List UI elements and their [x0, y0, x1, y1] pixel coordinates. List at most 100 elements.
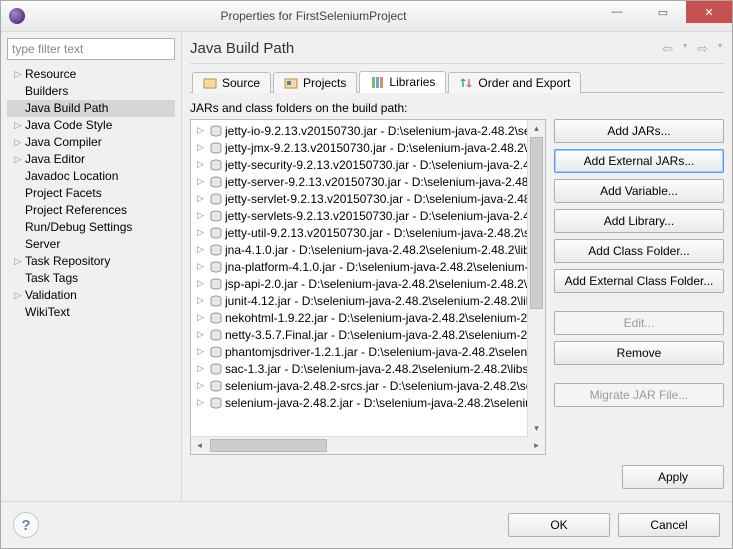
nav-item[interactable]: ▷Validation	[7, 287, 175, 304]
nav-item[interactable]: WikiText	[7, 304, 175, 321]
add-external-jars-button[interactable]: Add External JARs...	[554, 149, 724, 173]
vertical-scrollbar[interactable]: ▴ ▾	[527, 120, 545, 437]
forward-menu-icon[interactable]: ▾	[716, 41, 724, 57]
close-button[interactable]: ✕	[686, 1, 732, 23]
nav-item[interactable]: Task Tags	[7, 270, 175, 287]
twist-icon[interactable]: ▷	[13, 134, 23, 151]
tab[interactable]: Order and Export	[448, 72, 581, 93]
jar-entry[interactable]: ▷selenium-java-2.48.2.jar - D:\selenium-…	[191, 394, 545, 411]
jar-entry[interactable]: ▷jetty-io-9.2.13.v20150730.jar - D:\sele…	[191, 122, 545, 139]
jar-entry[interactable]: ▷jna-platform-4.1.0.jar - D:\selenium-ja…	[191, 258, 545, 275]
twist-icon[interactable]: ▷	[197, 176, 207, 187]
cancel-button[interactable]: Cancel	[618, 513, 720, 537]
filter-input[interactable]	[7, 38, 175, 60]
forward-icon[interactable]: ⇨	[695, 41, 710, 57]
twist-icon[interactable]: ▷	[197, 380, 207, 391]
order-and-export-icon	[459, 76, 473, 90]
nav-item[interactable]: ▷Task Repository	[7, 253, 175, 270]
jar-entry[interactable]: ▷jetty-jmx-9.2.13.v20150730.jar - D:\sel…	[191, 139, 545, 156]
nav-item[interactable]: Server	[7, 236, 175, 253]
add-class-folder-button[interactable]: Add Class Folder...	[554, 239, 724, 263]
twist-icon[interactable]: ▷	[197, 142, 207, 153]
minimize-button[interactable]: —	[594, 1, 640, 23]
nav-item[interactable]: Javadoc Location	[7, 168, 175, 185]
apply-button[interactable]: Apply	[622, 465, 724, 489]
jar-entry[interactable]: ▷ junit-4.12.jar - D:\selenium-java-2.48.…	[191, 292, 545, 309]
jar-entry[interactable]: ▷sac-1.3.jar - D:\selenium-java-2.48.2\s…	[191, 360, 545, 377]
twist-icon[interactable]: ▷	[197, 397, 207, 408]
twist-icon[interactable]: ▷	[197, 329, 207, 340]
jar-entry[interactable]: ▷jsp-api-2.0.jar - D:\selenium-java-2.48…	[191, 275, 545, 292]
jar-icon	[209, 346, 223, 358]
twist-icon[interactable]: ▷	[197, 363, 207, 374]
scroll-up-icon[interactable]: ▴	[528, 120, 545, 137]
nav-item[interactable]: Project Facets	[7, 185, 175, 202]
twist-icon[interactable]: ▷	[197, 261, 207, 272]
twist-icon[interactable]: ▷	[13, 151, 23, 168]
nav-item[interactable]: Java Build Path	[7, 100, 175, 117]
scroll-down-icon[interactable]: ▾	[528, 420, 545, 437]
jar-entry[interactable]: ▷phantomjsdriver-1.2.1.jar - D:\selenium…	[191, 343, 545, 360]
scroll-thumb[interactable]	[530, 137, 543, 309]
twist-icon[interactable]: ▷	[197, 346, 207, 357]
ok-button[interactable]: OK	[508, 513, 610, 537]
horizontal-scrollbar[interactable]: ◂ ▸	[191, 436, 545, 454]
twist-icon[interactable]: ▷	[197, 210, 207, 221]
twist-icon[interactable]: ▷	[13, 287, 23, 304]
nav-item[interactable]: Run/Debug Settings	[7, 219, 175, 236]
twist-icon[interactable]: ▷	[13, 117, 23, 134]
scroll-left-icon[interactable]: ◂	[191, 437, 208, 454]
back-icon[interactable]: ⇦	[660, 41, 675, 57]
back-menu-icon[interactable]: ▾	[681, 41, 689, 57]
remove-button[interactable]: Remove	[554, 341, 724, 365]
twist-icon[interactable]: ▷	[197, 278, 207, 289]
twist-icon[interactable]: ▷	[197, 159, 207, 170]
help-icon[interactable]: ?	[13, 512, 39, 538]
edit-button[interactable]: Edit...	[554, 311, 724, 335]
twist-icon[interactable]: ▷	[13, 253, 23, 270]
nav-item[interactable]: ▷Java Editor	[7, 151, 175, 168]
scroll-track[interactable]	[528, 137, 545, 420]
jar-label: jna-4.1.0.jar - D:\selenium-java-2.48.2\…	[225, 243, 536, 257]
jar-entry[interactable]: ▷jetty-servlet-9.2.13.v20150730.jar - D:…	[191, 190, 545, 207]
jar-entry[interactable]: ▷selenium-java-2.48.2-srcs.jar - D:\sele…	[191, 377, 545, 394]
jar-icon	[209, 125, 223, 137]
add-variable-button[interactable]: Add Variable...	[554, 179, 724, 203]
jar-label: nekohtml-1.9.22.jar - D:\selenium-java-2…	[225, 311, 539, 325]
twist-icon[interactable]: ▷	[197, 193, 207, 204]
jars-list[interactable]: ▷jetty-io-9.2.13.v20150730.jar - D:\sele…	[190, 119, 546, 455]
twist-icon[interactable]: ▷	[13, 66, 23, 83]
jar-entry[interactable]: ▷netty-3.5.7.Final.jar - D:\selenium-jav…	[191, 326, 545, 343]
nav-tree[interactable]: ▷ResourceBuildersJava Build Path▷Java Co…	[7, 66, 175, 321]
tab[interactable]: Libraries	[359, 71, 446, 93]
twist-icon[interactable]: ▷	[197, 227, 207, 238]
nav-item[interactable]: Project References	[7, 202, 175, 219]
jar-entry[interactable]: ▷jetty-util-9.2.13.v20150730.jar - D:\se…	[191, 224, 545, 241]
jar-icon	[209, 329, 223, 341]
scroll-track-h[interactable]	[208, 437, 511, 454]
jar-entry[interactable]: ▷ jna-4.1.0.jar - D:\selenium-java-2.48.2…	[191, 241, 545, 258]
twist-icon[interactable]: ▷	[197, 295, 207, 306]
nav-item[interactable]: Builders	[7, 83, 175, 100]
maximize-button[interactable]: ▭	[640, 1, 686, 23]
jar-entry[interactable]: ▷jetty-servlets-9.2.13.v20150730.jar - D…	[191, 207, 545, 224]
twist-icon[interactable]: ▷	[197, 244, 207, 255]
jar-entry[interactable]: ▷ nekohtml-1.9.22.jar - D:\selenium-java-…	[191, 309, 545, 326]
nav-item[interactable]: ▷Java Code Style	[7, 117, 175, 134]
scroll-thumb-h[interactable]	[210, 439, 327, 452]
add-external-class-folder-button[interactable]: Add External Class Folder...	[554, 269, 724, 293]
add-jars-button[interactable]: Add JARs...	[554, 119, 724, 143]
nav-item[interactable]: ▷Resource	[7, 66, 175, 83]
migrate-jar-button[interactable]: Migrate JAR File...	[554, 383, 724, 407]
jar-entry[interactable]: ▷jetty-security-9.2.13.v20150730.jar - D…	[191, 156, 545, 173]
scroll-right-icon[interactable]: ▸	[528, 437, 545, 454]
twist-icon[interactable]: ▷	[197, 312, 207, 323]
jar-entry[interactable]: ▷jetty-server-9.2.13.v20150730.jar - D:\…	[191, 173, 545, 190]
tab[interactable]: Source	[192, 72, 271, 93]
twist-icon[interactable]: ▷	[197, 125, 207, 136]
nav-item[interactable]: ▷Java Compiler	[7, 134, 175, 151]
add-library-button[interactable]: Add Library...	[554, 209, 724, 233]
jar-label: junit-4.12.jar - D:\selenium-java-2.48.2…	[225, 294, 538, 308]
tab[interactable]: Projects	[273, 72, 357, 93]
jar-icon	[209, 176, 223, 188]
